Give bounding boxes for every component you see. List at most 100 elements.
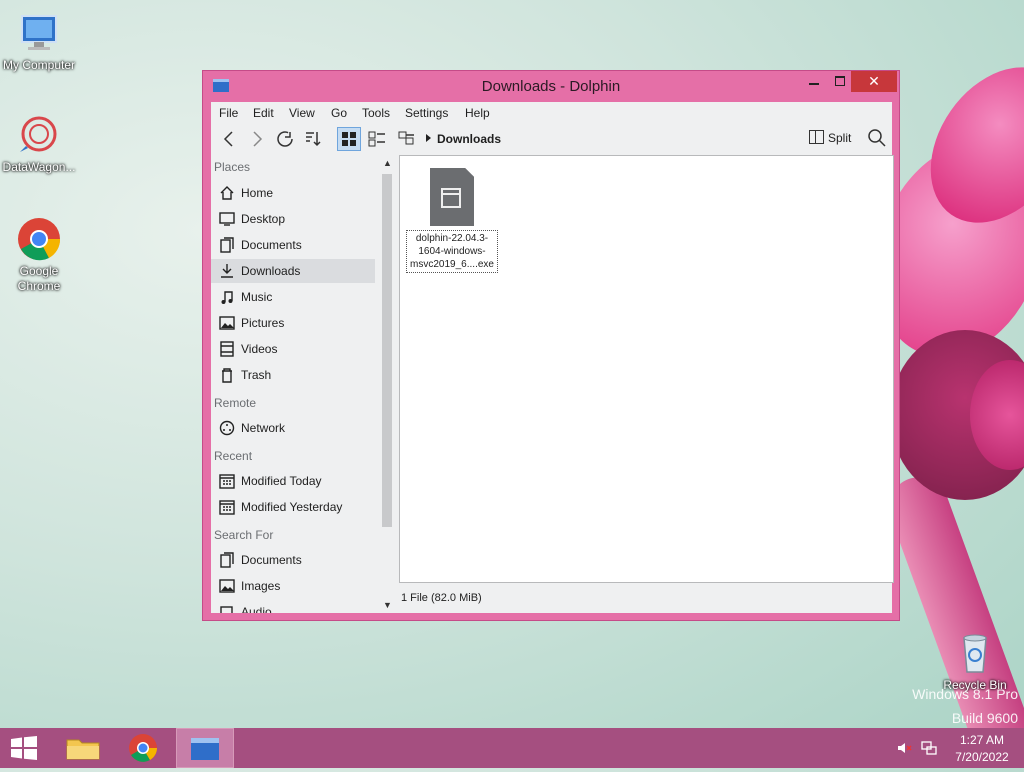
places-item-modified-today[interactable]: Modified Today (211, 469, 375, 493)
window-client: File Edit View Go Tools Settings Help Do… (211, 102, 894, 613)
home-icon (220, 186, 234, 200)
file-view[interactable]: dolphin-22.04.3- 1604-windows- msvc2019_… (399, 155, 894, 583)
breadcrumb-downloads[interactable]: Downloads (437, 132, 501, 146)
reload-button[interactable] (273, 127, 297, 151)
back-icon (223, 131, 233, 147)
chrome-icon (129, 734, 157, 762)
minimize-button[interactable] (801, 71, 827, 92)
windows-watermark-build: Build 9600 (951, 710, 1018, 726)
places-item-downloads[interactable]: Downloads (211, 259, 375, 283)
places-item-network[interactable]: Network (211, 416, 375, 440)
places-item-trash[interactable]: Trash (211, 363, 375, 387)
downloads-icon (221, 264, 233, 278)
places-item-music[interactable]: Music (211, 285, 375, 309)
close-button[interactable]: ✕ (851, 71, 897, 92)
status-bar-text: 1 File (82.0 MiB) (401, 592, 482, 604)
search-item-audio[interactable]: Audio (211, 600, 375, 613)
executable-file-icon (430, 168, 474, 226)
taskbar-dolphin[interactable] (176, 728, 234, 768)
title-bar[interactable]: Downloads - Dolphin ✕ (203, 71, 899, 101)
videos-icon (220, 341, 234, 357)
taskbar-chrome[interactable] (115, 728, 171, 768)
places-item-videos[interactable]: Videos (211, 337, 375, 361)
menu-go[interactable]: Go (331, 106, 347, 120)
windows-watermark-edition: Windows 8.1 Pro (912, 686, 1018, 702)
minimize-icon (809, 83, 819, 85)
desktop-icon (219, 212, 235, 226)
desktop-icon-my-computer[interactable]: My Computer (0, 10, 78, 73)
details-view-icon (398, 131, 414, 145)
taskbar-file-explorer[interactable] (55, 728, 111, 768)
search-section-header: Search For (214, 528, 274, 542)
forward-button[interactable] (245, 127, 269, 151)
desktop-icon-google-chrome[interactable]: Google Chrome (0, 216, 78, 294)
scroll-up-icon[interactable]: ▲ (383, 158, 392, 168)
folder-icon (66, 739, 100, 760)
menu-file[interactable]: File (219, 106, 238, 120)
places-item-home[interactable]: Home (211, 181, 375, 205)
desktop-icon-recycle-bin[interactable]: Recycle Bin (936, 630, 1014, 693)
compact-view-button[interactable] (365, 127, 389, 151)
details-view-button[interactable] (395, 127, 419, 151)
documents-icon (220, 237, 234, 253)
pictures-icon (219, 316, 235, 330)
network-icon (219, 420, 235, 436)
sort-button[interactable] (301, 127, 325, 151)
start-button[interactable] (10, 736, 38, 760)
chrome-icon (16, 216, 62, 262)
audio-icon (220, 606, 233, 613)
grid-view-icon (342, 132, 356, 146)
clock-date: 7/20/2022 (955, 750, 1009, 764)
file-item-dolphin-exe[interactable]: dolphin-22.04.3- 1604-windows- msvc2019_… (406, 168, 498, 273)
datawagon-icon (16, 112, 62, 158)
places-panel: Places Home Desktop Documents Downloads … (211, 155, 379, 613)
search-item-documents[interactable]: Documents (211, 548, 375, 572)
menu-bar: File Edit View Go Tools Settings Help (211, 102, 892, 124)
forward-icon (253, 131, 263, 147)
places-item-documents[interactable]: Documents (211, 233, 375, 257)
menu-edit[interactable]: Edit (253, 106, 274, 120)
images-icon (219, 579, 235, 593)
computer-icon (16, 10, 62, 56)
close-icon: ✕ (868, 73, 880, 89)
menu-settings[interactable]: Settings (405, 106, 448, 120)
calendar-icon (219, 474, 235, 489)
scroll-down-icon[interactable]: ▼ (383, 600, 392, 610)
maximize-icon (835, 76, 845, 86)
remote-section-header: Remote (214, 396, 257, 410)
clock[interactable]: 1:27 AM 7/20/2022 (950, 733, 1014, 764)
scrollbar-thumb[interactable] (382, 174, 392, 527)
menu-view[interactable]: View (289, 106, 315, 120)
places-section-header: Places (214, 160, 251, 174)
split-icon (809, 130, 824, 144)
icons-view-button[interactable] (337, 127, 361, 151)
breadcrumb-arrow-icon (426, 134, 431, 142)
windows-logo-icon (11, 736, 37, 760)
places-item-desktop[interactable]: Desktop (211, 207, 375, 231)
maximize-button[interactable] (827, 71, 853, 92)
places-item-pictures[interactable]: Pictures (211, 311, 375, 335)
sort-icon (306, 132, 321, 147)
search-item-images[interactable]: Images (211, 574, 375, 598)
trash-icon (222, 368, 232, 383)
volume-muted-icon[interactable] (896, 740, 912, 759)
places-item-modified-yesterday[interactable]: Modified Yesterday (211, 495, 375, 519)
file-name: dolphin-22.04.3- 1604-windows- msvc2019_… (406, 230, 498, 273)
documents-icon (220, 552, 234, 568)
desktop-icon-datawagon[interactable]: DataWagon... (0, 112, 78, 175)
dolphin-window: Downloads - Dolphin ✕ File Edit View Go … (202, 70, 900, 621)
search-icon (868, 129, 886, 147)
back-button[interactable] (217, 127, 241, 151)
clock-time: 1:27 AM (959, 733, 1005, 747)
places-scrollbar[interactable]: ▲ ▼ (379, 155, 395, 613)
toolbar: Downloads Split (211, 124, 892, 154)
dolphin-folder-icon (191, 738, 219, 760)
split-button[interactable]: Split (809, 130, 851, 145)
menu-help[interactable]: Help (465, 106, 490, 120)
music-icon (221, 291, 233, 304)
recycle-bin-icon (952, 630, 998, 676)
search-button[interactable] (867, 128, 887, 148)
network-status-icon[interactable] (920, 740, 938, 759)
window-title: Downloads - Dolphin (481, 78, 621, 95)
menu-tools[interactable]: Tools (362, 106, 390, 120)
